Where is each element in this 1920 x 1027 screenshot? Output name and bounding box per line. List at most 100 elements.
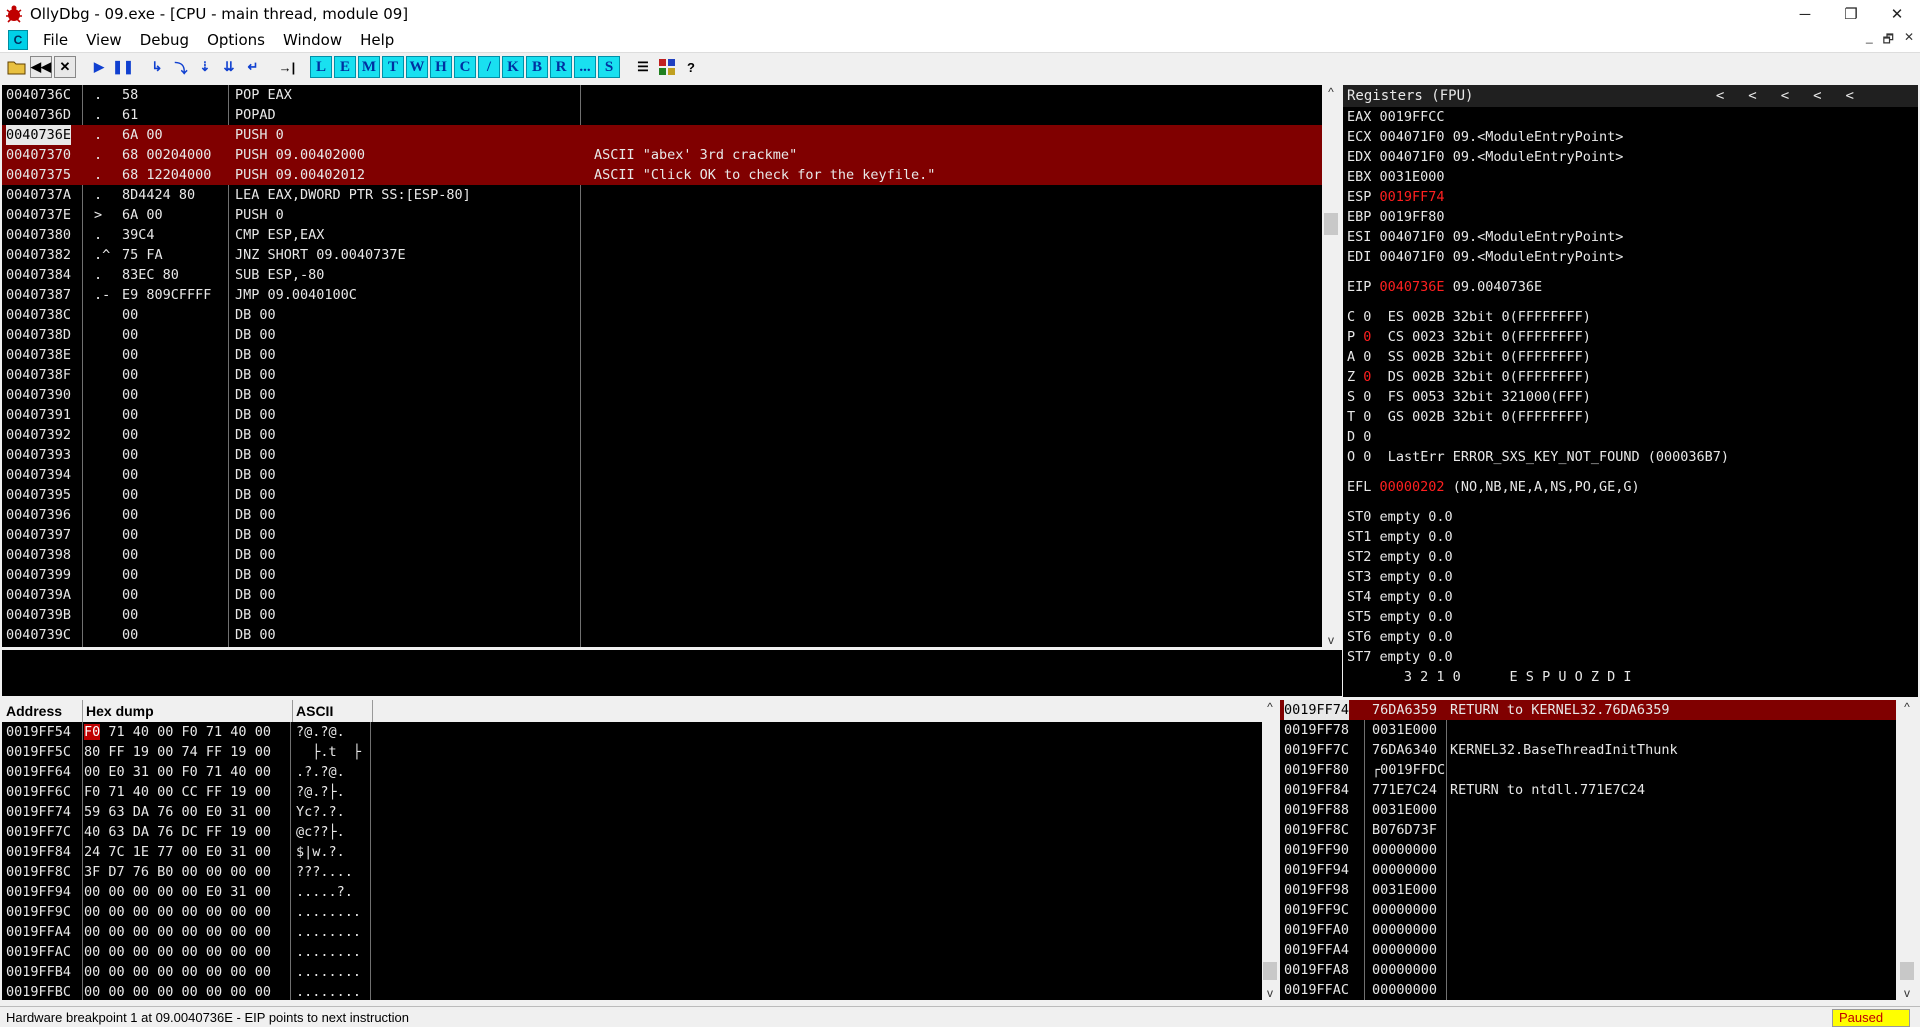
- disasm-row[interactable]: 0040736C. 58 POP EAX: [2, 85, 1322, 105]
- close-icon[interactable]: ✕: [54, 56, 76, 78]
- rewind-icon[interactable]: ◀◀: [30, 56, 52, 78]
- register-row[interactable]: EIP 0040736E 09.0040736E: [1347, 277, 1918, 297]
- close-button[interactable]: ✕: [1874, 0, 1920, 28]
- dump-row[interactable]: 0019FF64 00 E0 31 00 F0 71 40 00 .?.?@.: [2, 762, 1262, 782]
- register-row[interactable]: ST0 empty 0.0: [1347, 507, 1918, 527]
- register-row[interactable]: C 0 ES 002B 32bit 0(FFFFFFFF): [1347, 307, 1918, 327]
- mdi-minimize-button[interactable]: _: [1866, 30, 1873, 51]
- trace-into-icon[interactable]: ⇣: [194, 56, 216, 78]
- register-row[interactable]: EBP 0019FF80: [1347, 207, 1918, 227]
- mdi-close-button[interactable]: ✕: [1904, 30, 1914, 51]
- flag-value[interactable]: 0: [1363, 389, 1371, 405]
- disasm-row[interactable]: 00407380. 39C4 CMP ESP,EAX: [2, 225, 1322, 245]
- stack-row[interactable]: 0019FFA8 00000000: [1280, 960, 1896, 980]
- windows-button[interactable]: W: [406, 56, 428, 78]
- disasm-row[interactable]: 00407382 .^ 75 FA JNZ SHORT 09.0040737E: [2, 245, 1322, 265]
- grid-icon[interactable]: [656, 56, 678, 78]
- menu-help[interactable]: Help: [351, 31, 403, 49]
- register-row[interactable]: ST4 empty 0.0: [1347, 587, 1918, 607]
- cpu-button[interactable]: C: [454, 56, 476, 78]
- stack-row[interactable]: 0019FF88 0031E000: [1280, 800, 1896, 820]
- flag-value[interactable]: 0: [1363, 309, 1371, 325]
- log-window-button[interactable]: L: [310, 56, 332, 78]
- register-row[interactable]: EDI 004071F0 09.<ModuleEntryPoint>: [1347, 247, 1918, 267]
- stack-scroll-thumb[interactable]: [1900, 962, 1914, 980]
- stack-row[interactable]: 0019FFA0 00000000: [1280, 920, 1896, 940]
- call-stack-button[interactable]: K: [502, 56, 524, 78]
- help-icon[interactable]: ?: [680, 56, 702, 78]
- register-value[interactable]: 004071F0: [1380, 249, 1445, 265]
- menu-options[interactable]: Options: [198, 31, 274, 49]
- register-value[interactable]: 004071F0: [1380, 229, 1445, 245]
- menu-file[interactable]: File: [34, 31, 77, 49]
- disasm-row[interactable]: 0040738C 00 DB 00: [2, 305, 1322, 325]
- stack-row[interactable]: 0019FF84 771E7C24 RETURN to ntdll.771E7C24: [1280, 780, 1896, 800]
- disasm-row[interactable]: 00407396 00 DB 00: [2, 505, 1322, 525]
- stack-scroll-down-icon[interactable]: v: [1898, 986, 1916, 1000]
- disasm-row[interactable]: 00407387 .- E9 809CFFFF JMP 09.0040100C: [2, 285, 1322, 305]
- disasm-row[interactable]: 00407391 00 DB 00: [2, 405, 1322, 425]
- cpu-window-icon[interactable]: C: [8, 30, 28, 50]
- run-icon[interactable]: ▶: [88, 56, 110, 78]
- fpu-register-value[interactable]: empty 0.0: [1380, 609, 1453, 625]
- register-value[interactable]: 0019FFCC: [1380, 109, 1445, 125]
- executable-modules-button[interactable]: E: [334, 56, 356, 78]
- register-view-arrows[interactable]: <<<<<: [1716, 85, 1878, 107]
- fpu-register-value[interactable]: empty 0.0: [1380, 549, 1453, 565]
- stack-scrollbar[interactable]: ^ v: [1898, 700, 1916, 1000]
- menu-debug[interactable]: Debug: [131, 31, 198, 49]
- stack-row[interactable]: 0019FFAC 00000000: [1280, 980, 1896, 1000]
- register-value[interactable]: 004071F0: [1380, 129, 1445, 145]
- handles-button[interactable]: H: [430, 56, 452, 78]
- dump-row[interactable]: 0019FF8C 3F D7 76 B0 00 00 00 00???....: [2, 862, 1262, 882]
- register-row[interactable]: T 0 GS 002B 32bit 0(FFFFFFFF): [1347, 407, 1918, 427]
- eip-value[interactable]: 0040736E: [1380, 279, 1445, 295]
- stack-row[interactable]: 0019FF90 00000000: [1280, 840, 1896, 860]
- disasm-row[interactable]: 00407375. 68 12204000 PUSH 09.00402012 ASCI…: [2, 165, 1322, 185]
- references-button[interactable]: R: [550, 56, 572, 78]
- register-row[interactable]: D 0: [1347, 427, 1918, 447]
- dump-scroll-down-icon[interactable]: v: [1262, 986, 1278, 1000]
- memory-dump-pane[interactable]: Address Hex dump ASCII 0019FF54 F0 71 40 …: [2, 700, 1262, 1000]
- register-value[interactable]: 004071F0: [1380, 149, 1445, 165]
- goto-icon[interactable]: →|: [276, 56, 298, 78]
- dump-scrollbar[interactable]: ^ v: [1262, 700, 1278, 1000]
- disasm-row[interactable]: 0040736E. 6A 00 PUSH 0: [2, 125, 1322, 145]
- register-row[interactable]: ECX 004071F0 09.<ModuleEntryPoint>: [1347, 127, 1918, 147]
- flag-value[interactable]: 0: [1363, 409, 1371, 425]
- stack-row[interactable]: 0019FF7C 76DA6340 KERNEL32.BaseThreadInitT…: [1280, 740, 1896, 760]
- scroll-thumb[interactable]: [1324, 213, 1338, 235]
- dump-scroll-up-icon[interactable]: ^: [1262, 700, 1278, 714]
- register-row[interactable]: P 0 CS 0023 32bit 0(FFFFFFFF): [1347, 327, 1918, 347]
- dump-header-address[interactable]: Address: [2, 700, 83, 722]
- fpu-register-value[interactable]: empty 0.0: [1380, 649, 1453, 665]
- dump-row[interactable]: 0019FF5C 80 FF 19 00 74 FF 19 00 ├.t ├: [2, 742, 1262, 762]
- register-row[interactable]: ST6 empty 0.0: [1347, 627, 1918, 647]
- register-row[interactable]: A 0 SS 002B 32bit 0(FFFFFFFF): [1347, 347, 1918, 367]
- disasm-row[interactable]: 00407399 00 DB 00: [2, 565, 1322, 585]
- stack-row[interactable]: 0019FF94 00000000: [1280, 860, 1896, 880]
- register-row[interactable]: EDX 004071F0 09.<ModuleEntryPoint>: [1347, 147, 1918, 167]
- dump-row[interactable]: 0019FF6C F0 71 40 00 CC FF 19 00 ?@.?├.: [2, 782, 1262, 802]
- stack-row[interactable]: 0019FF8C B076D73F: [1280, 820, 1896, 840]
- disasm-row[interactable]: 00407395 00 DB 00: [2, 485, 1322, 505]
- register-row[interactable]: EFL 00000202 (NO,NB,NE,A,NS,PO,GE,G): [1347, 477, 1918, 497]
- disassembly-scrollbar[interactable]: ^ v: [1322, 85, 1340, 647]
- disasm-row[interactable]: 0040738E 00 DB 00: [2, 345, 1322, 365]
- fpu-register-value[interactable]: empty 0.0: [1380, 629, 1453, 645]
- register-row[interactable]: Z 0 DS 002B 32bit 0(FFFFFFFF): [1347, 367, 1918, 387]
- dump-row[interactable]: 0019FF74 59 63 DA 76 00 E0 31 00 Yc?.?.: [2, 802, 1262, 822]
- disasm-row[interactable]: 0040739A 00 DB 00: [2, 585, 1322, 605]
- flag-value[interactable]: 0: [1363, 329, 1371, 345]
- disasm-row[interactable]: 00407392 00 DB 00: [2, 425, 1322, 445]
- mdi-restore-button[interactable]: 🗗: [1883, 30, 1894, 51]
- pause-icon[interactable]: ❚❚: [112, 56, 134, 78]
- source-button[interactable]: S: [598, 56, 620, 78]
- dump-row[interactable]: 0019FF7C 40 63 DA 76 DC FF 19 00 @c??├.: [2, 822, 1262, 842]
- fpu-register-value[interactable]: empty 0.0: [1380, 589, 1453, 605]
- disasm-row[interactable]: 0040739C 00 DB 00: [2, 625, 1322, 645]
- register-row[interactable]: ESI 004071F0 09.<ModuleEntryPoint>: [1347, 227, 1918, 247]
- breakpoints-button[interactable]: B: [526, 56, 548, 78]
- disasm-row[interactable]: 00407393 00 DB 00: [2, 445, 1322, 465]
- stack-scroll-up-icon[interactable]: ^: [1898, 700, 1916, 714]
